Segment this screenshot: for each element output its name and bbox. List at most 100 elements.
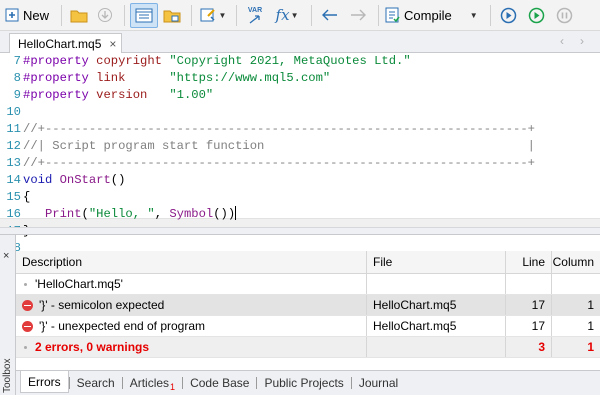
close-icon[interactable]: ×	[109, 37, 116, 51]
code-line[interactable]: 16 Print("Hello, ", Symbol())	[0, 206, 600, 223]
error-icon	[22, 320, 33, 332]
tab-label: Journal	[358, 376, 399, 390]
column-header-description[interactable]: Description	[16, 251, 367, 273]
tab-count-badge: 1	[170, 382, 176, 392]
toolbox-folder-button[interactable]	[160, 3, 184, 28]
code-text: #property link "https://www.mql5.com"	[23, 70, 330, 87]
code-line[interactable]: 7 #property copyright "Copyright 2021, Me…	[0, 53, 600, 70]
bullet-icon	[24, 345, 27, 349]
tab-search[interactable]: Search	[70, 373, 122, 393]
code-line[interactable]: 9 #property version "1.00"	[0, 87, 600, 104]
line-number: 8	[13, 71, 21, 85]
tab-articles[interactable]: Articles 1	[123, 373, 182, 393]
wizard-button[interactable]: ▼	[197, 3, 229, 28]
compile-icon	[385, 7, 400, 23]
code-token: ,	[154, 207, 170, 221]
start-button[interactable]	[524, 3, 550, 28]
navigator-toggle-button[interactable]	[130, 2, 159, 28]
tab-code-base[interactable]: Code Base	[183, 373, 256, 393]
code-text: //+-------------------------------------…	[23, 121, 535, 138]
cell-line: 17	[506, 295, 552, 315]
cell-description: '}' - semicolon expected	[16, 295, 367, 315]
column-header-line[interactable]: Line	[506, 251, 552, 273]
tab-label: Public Projects	[264, 376, 344, 390]
code-token: ()	[110, 173, 126, 187]
code-token: #property	[23, 54, 89, 68]
column-header-file[interactable]: File	[367, 251, 506, 273]
debug-icon	[500, 7, 517, 24]
tab-journal[interactable]: Journal	[352, 373, 405, 393]
editor-tab-strip: HelloChart.mq5 × ‹ ›	[0, 31, 600, 54]
insert-variable-button[interactable]: VAR	[242, 3, 268, 28]
code-token: //+-------------------------------------…	[23, 156, 535, 170]
cell-description: '}' - unexpected end of program	[16, 316, 367, 336]
description-text: '}' - semicolon expected	[39, 298, 165, 312]
description-text: 'HelloChart.mq5'	[35, 277, 123, 291]
code-line[interactable]: 11//+-----------------------------------…	[0, 121, 600, 138]
tab-public-projects[interactable]: Public Projects	[257, 373, 350, 393]
code-line[interactable]: 10	[0, 104, 600, 121]
chevron-left-icon[interactable]: ‹	[560, 34, 564, 48]
code-token: Symbol	[169, 207, 214, 221]
code-line[interactable]: 12//| Script program start function |	[0, 138, 600, 155]
new-button[interactable]: New	[4, 3, 54, 28]
summary-row[interactable]: 2 errors, 0 warnings 3 1	[16, 337, 600, 358]
code-line[interactable]: 13//+-----------------------------------…	[0, 155, 600, 172]
cell-file	[367, 337, 506, 357]
pause-button[interactable]	[552, 3, 578, 28]
code-text: void OnStart()	[23, 172, 125, 189]
tab-errors[interactable]: Errors	[20, 371, 69, 393]
compile-button[interactable]: Compile ▼	[384, 3, 483, 28]
back-button[interactable]	[317, 3, 343, 28]
code-line[interactable]: 8 #property link "https://www.mql5.com"	[0, 70, 600, 87]
insert-function-button[interactable]: fx ▼	[270, 3, 304, 28]
tab-label: Articles	[129, 376, 170, 390]
line-number: 7	[13, 54, 21, 68]
table-header: Description File Line Column	[16, 251, 600, 274]
toolbar-separator	[124, 4, 126, 26]
cell-column	[552, 274, 600, 294]
new-icon	[5, 8, 19, 22]
bullet-icon	[24, 282, 27, 286]
code-text: //+-------------------------------------…	[23, 155, 535, 172]
table-row[interactable]: 'HelloChart.mq5'	[16, 274, 600, 295]
code-line[interactable]: 14 void OnStart()	[0, 172, 600, 189]
errors-table: Description File Line Column 'HelloChart…	[16, 251, 600, 358]
chevron-right-icon[interactable]: ›	[580, 34, 584, 48]
code-token: "1.00"	[169, 88, 214, 102]
line-number: 10	[6, 105, 21, 119]
code-line[interactable]: 15{	[0, 189, 600, 206]
code-token: //| Script program start function |	[23, 139, 535, 153]
debug-button[interactable]	[496, 3, 522, 28]
open-button[interactable]	[67, 3, 91, 28]
download-icon	[97, 7, 113, 23]
code-text: #property version "1.00"	[23, 87, 213, 104]
tab-label: Code Base	[190, 376, 250, 390]
description-text: '}' - unexpected end of program	[39, 319, 206, 333]
close-icon[interactable]: ×	[3, 250, 9, 262]
window-icon	[135, 8, 153, 23]
code-editor[interactable]: 7 #property copyright "Copyright 2021, Me…	[0, 53, 600, 255]
code-token: version	[96, 88, 148, 102]
description-text: 2 errors, 0 warnings	[35, 340, 150, 354]
panel-splitter[interactable]	[0, 227, 600, 235]
code-token: link	[96, 71, 126, 85]
line-number: 11	[6, 122, 21, 136]
download-button[interactable]	[93, 3, 117, 28]
code-token: OnStart	[59, 173, 111, 187]
compile-label: Compile	[404, 7, 452, 23]
code-text: //| Script program start function |	[23, 138, 535, 155]
column-header-column[interactable]: Column	[552, 251, 600, 273]
tab-hellochart[interactable]: HelloChart.mq5 ×	[9, 33, 122, 54]
table-row[interactable]: '}' - semicolon expected HelloChart.mq5 17…	[16, 295, 600, 316]
line-number: 12	[6, 139, 21, 153]
code-token: (	[81, 207, 89, 221]
toolbar-separator	[489, 4, 491, 26]
code-token: Print	[44, 207, 82, 221]
code-token: {	[23, 190, 31, 204]
chevron-down-icon: ▼	[218, 10, 227, 20]
cell-column: 1	[587, 298, 594, 312]
table-row[interactable]: '}' - unexpected end of program HelloChar…	[16, 316, 600, 337]
forward-button[interactable]	[345, 3, 371, 28]
play-icon	[528, 7, 545, 24]
